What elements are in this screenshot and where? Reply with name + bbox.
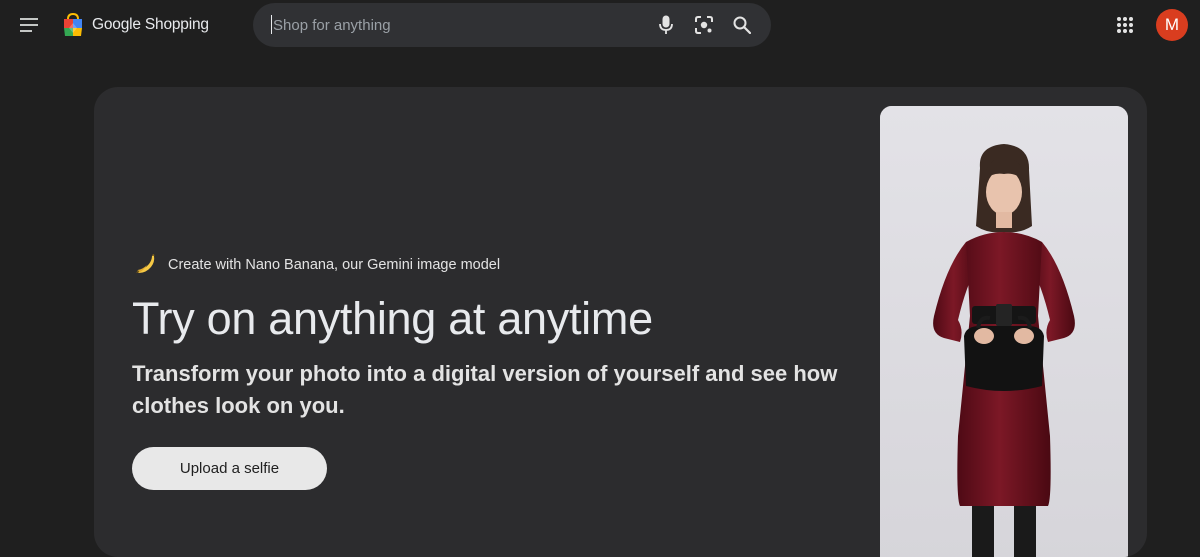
nano-banana-promo: Create with Nano Banana, our Gemini imag… — [134, 253, 500, 277]
text-cursor — [271, 15, 272, 34]
search-input[interactable] — [271, 11, 631, 39]
model-illustration — [880, 106, 1128, 557]
top-bar: Google Shopping Shop for anything M — [0, 0, 1200, 50]
hero-subhead: Transform your photo into a digital vers… — [132, 361, 838, 418]
search-icon — [733, 16, 751, 34]
google-shopping-logo[interactable]: Google Shopping — [62, 10, 209, 40]
menu-icon — [20, 18, 38, 32]
lens-search-button[interactable] — [692, 13, 716, 37]
google-apps-button[interactable] — [1112, 12, 1138, 38]
banana-icon — [136, 254, 155, 273]
shopping-bag-logo-icon — [64, 13, 82, 36]
lens-camera-icon — [695, 16, 713, 34]
promo-text: Create with Nano Banana, our Gemini imag… — [168, 257, 501, 273]
logo-text: Google Shopping — [92, 16, 209, 33]
microphone-icon — [659, 15, 673, 34]
voice-search-button[interactable] — [654, 13, 678, 37]
apps-grid-icon — [1117, 17, 1133, 33]
account-avatar[interactable]: M — [1156, 9, 1188, 41]
upload-selfie-button[interactable]: Upload a selfie — [132, 447, 327, 490]
hero-headline: Try on anything at anytime — [132, 293, 653, 344]
model-photo — [880, 106, 1128, 557]
main-menu-button[interactable] — [14, 10, 46, 40]
try-on-hero-card: Create with Nano Banana, our Gemini imag… — [94, 87, 1147, 557]
search-bar[interactable] — [253, 3, 771, 47]
search-submit-button[interactable] — [730, 13, 754, 37]
